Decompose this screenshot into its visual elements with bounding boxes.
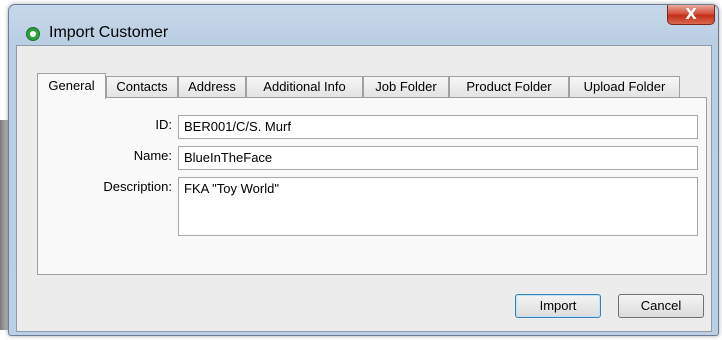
- name-label: Name:: [133, 148, 172, 163]
- title-bar[interactable]: Import Customer X: [9, 5, 718, 45]
- id-label: ID:: [155, 117, 172, 132]
- window-title: Import Customer: [49, 24, 169, 41]
- tab-contacts[interactable]: Contacts: [106, 76, 178, 97]
- app-icon: [26, 27, 40, 41]
- tab-general[interactable]: General: [37, 73, 106, 99]
- description-label: Description:: [103, 179, 172, 194]
- id-field[interactable]: BER001/C/S. Murf: [178, 115, 698, 139]
- tab-job-folder[interactable]: Job Folder: [363, 76, 449, 97]
- cancel-button[interactable]: Cancel: [618, 294, 704, 318]
- tab-upload-folder[interactable]: Upload Folder: [569, 76, 680, 97]
- name-field[interactable]: BlueInTheFace: [178, 146, 698, 170]
- tab-product-folder[interactable]: Product Folder: [449, 76, 569, 97]
- tab-additional-info[interactable]: Additional Info: [246, 76, 363, 97]
- description-textarea[interactable]: FKA "Toy World": [178, 177, 698, 236]
- close-button[interactable]: X: [667, 5, 715, 25]
- import-button[interactable]: Import: [515, 294, 601, 318]
- tab-address[interactable]: Address: [178, 76, 246, 97]
- general-tab-panel: ID: BER001/C/S. Murf Name: BlueInTheFace…: [37, 97, 707, 275]
- import-customer-dialog: Import Customer X General Contacts Addre…: [8, 4, 719, 336]
- dialog-content: General Contacts Address Additional Info…: [16, 45, 712, 332]
